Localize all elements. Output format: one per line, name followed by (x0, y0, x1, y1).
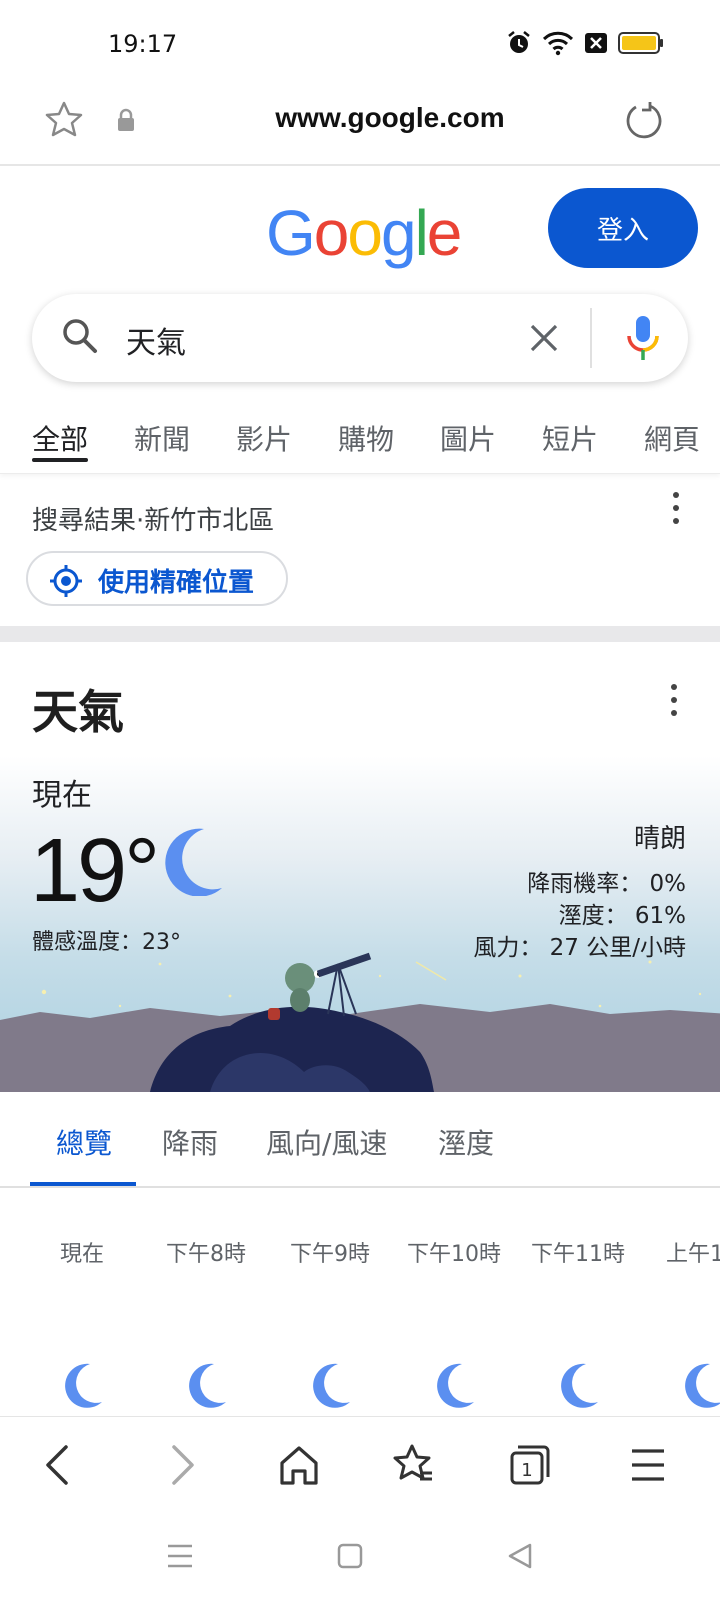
tabs-icon[interactable]: 1 (508, 1443, 552, 1491)
search-tabs: 全部 新聞 影片 購物 圖片 短片 網頁 (0, 410, 720, 474)
alarm-icon (506, 30, 532, 60)
current-temperature: 19° (30, 821, 160, 921)
url-text[interactable]: www.google.com (0, 102, 720, 134)
home-icon[interactable] (278, 1443, 320, 1491)
location-target-icon (48, 563, 84, 603)
clear-icon[interactable] (520, 314, 568, 366)
location-text: 搜尋結果·新竹市北區 (32, 506, 275, 536)
hour-label: 現在 (59, 1242, 105, 1267)
url-bar: www.google.com (0, 88, 720, 166)
hour-label: 下午10時 (407, 1242, 501, 1267)
reload-icon[interactable] (624, 100, 664, 144)
hour-moon-icon (308, 1362, 352, 1412)
section-divider (0, 626, 720, 642)
no-sim-icon (584, 32, 608, 58)
precise-location-label: 使用精確位置 (98, 568, 255, 598)
weather-tabs: 總覽 降雨 風向/風速 溼度 (0, 1092, 720, 1188)
hourly-forecast: 現在 下午8時 下午9時 下午10時 下午11時 上午12 (0, 1236, 720, 1276)
hour-label: 下午9時 (290, 1242, 370, 1267)
humidity: 溼度： 61% (558, 903, 686, 929)
sign-in-button[interactable]: 登入 (548, 188, 698, 268)
hour-moon-icon (60, 1362, 104, 1412)
tab-web[interactable]: 網頁 (644, 418, 700, 458)
location-more-icon[interactable] (666, 492, 686, 524)
active-tab-underline (32, 458, 88, 462)
weather-title: 天氣 (32, 685, 124, 739)
status-time: 19:17 (108, 30, 178, 58)
feels-like: 體感溫度：23° (32, 930, 181, 955)
hour-label: 上午12 (666, 1242, 720, 1267)
search-input[interactable]: 天氣 (126, 318, 186, 362)
tab-images[interactable]: 圖片 (440, 418, 496, 458)
hour-moon-icon (680, 1362, 720, 1412)
system-nav-bar (0, 1520, 720, 1600)
recent-apps-icon[interactable] (166, 1542, 194, 1574)
bookmarks-icon[interactable] (392, 1443, 436, 1491)
tab-news[interactable]: 新聞 (134, 418, 190, 458)
hour-label: 下午8時 (166, 1242, 246, 1267)
precise-location-button[interactable]: 使用精確位置 (26, 551, 288, 606)
svg-text:1: 1 (521, 1460, 532, 1481)
tab-wind[interactable]: 風向/風速 (266, 1122, 387, 1162)
google-logo: Google (266, 197, 462, 269)
rain-chance: 降雨機率： 0% (527, 871, 686, 897)
hour-moon-icon (184, 1362, 228, 1412)
moon-icon (160, 826, 226, 900)
tab-shorts[interactable]: 短片 (542, 418, 598, 458)
status-bar: 19:17 (0, 0, 720, 88)
tab-overview[interactable]: 總覽 (56, 1122, 112, 1162)
search-box[interactable]: 天氣 (32, 294, 688, 382)
hour-moon-icon (556, 1362, 600, 1412)
browser-nav-bar: 1 (0, 1416, 720, 1520)
tab-all[interactable]: 全部 (32, 418, 88, 458)
home-button-icon[interactable] (336, 1542, 364, 1574)
active-weather-tab-underline (30, 1182, 136, 1186)
tab-precipitation[interactable]: 降雨 (162, 1122, 218, 1162)
tab-humidity[interactable]: 溼度 (438, 1122, 494, 1162)
weather-more-icon[interactable] (664, 684, 684, 716)
battery-icon (618, 32, 664, 58)
hour-moon-icon (432, 1362, 476, 1412)
wifi-icon (542, 30, 574, 60)
menu-icon[interactable] (630, 1443, 666, 1491)
tab-shopping[interactable]: 購物 (338, 418, 394, 458)
back-icon[interactable] (40, 1443, 76, 1491)
forward-icon[interactable] (164, 1443, 200, 1491)
hour-label: 下午11時 (531, 1242, 625, 1267)
current-label: 現在 (32, 778, 92, 813)
search-icon[interactable] (60, 316, 100, 360)
tab-videos[interactable]: 影片 (236, 418, 292, 458)
wind-speed: 風力： 27 公里/小時 (473, 935, 686, 961)
microphone-icon[interactable] (618, 312, 668, 368)
back-button-icon[interactable] (506, 1542, 534, 1574)
search-divider (590, 308, 592, 368)
weather-condition: 晴朗 (633, 824, 686, 854)
status-icons (506, 30, 664, 60)
